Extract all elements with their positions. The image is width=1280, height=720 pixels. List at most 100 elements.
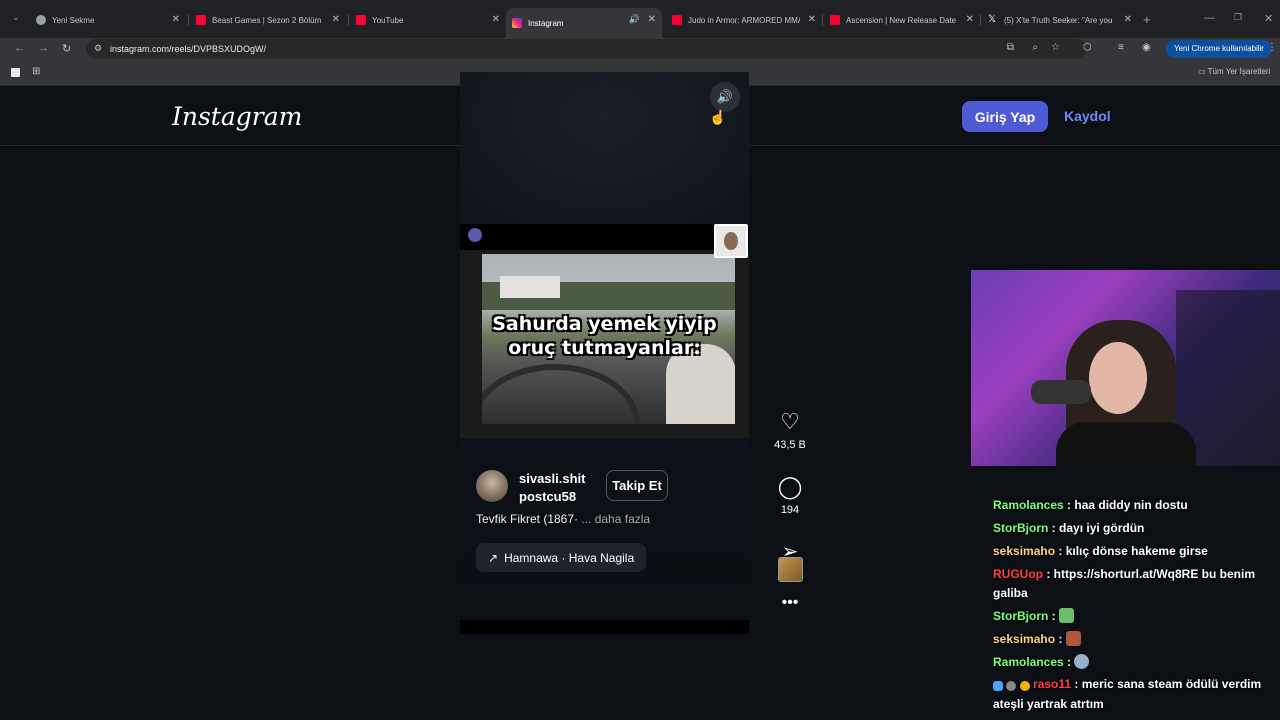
minimize-icon[interactable]: — <box>1204 12 1215 24</box>
update-chrome-button[interactable]: Yeni Chrome kullanılabilir <box>1166 40 1272 58</box>
star-badge-icon <box>468 228 482 242</box>
chat-message: Ramolances : <box>993 651 1280 674</box>
x-icon: 𝕏 <box>988 14 997 25</box>
close-icon[interactable]: ✕ <box>172 14 180 25</box>
install-app-icon[interactable]: ⧉ <box>1007 42 1014 53</box>
extensions-icon[interactable]: ⬡ <box>1083 42 1092 53</box>
login-button[interactable]: Giriş Yap <box>962 101 1048 132</box>
tab-youtube[interactable]: YouTube ✕ <box>350 8 506 32</box>
badge-icon <box>1019 681 1030 691</box>
speaker-icon[interactable]: 🔊 <box>629 14 640 25</box>
forward-arrow-icon[interactable]: → <box>38 42 49 54</box>
tab-divider <box>188 14 189 26</box>
apps-grid-icon[interactable]: ⊞ <box>32 66 40 77</box>
chat-message: StorBjorn : dayı iyi gördün <box>993 521 1145 535</box>
more-dots-icon[interactable]: ••• <box>774 590 806 616</box>
tab-ascension[interactable]: Ascension | New Release Date T ✕ <box>824 8 980 32</box>
profile-icon[interactable]: ◉ <box>1142 42 1151 53</box>
stream-chat: Ramolances : haa diddy nin dostu StorBjo… <box>993 494 1280 714</box>
chat-message: raso11 : meric sana steam ödülü verdim a… <box>993 677 1262 711</box>
tab-title: Ascension | New Release Date T <box>846 15 958 25</box>
chat-user: StorBjorn <box>993 609 1049 623</box>
close-icon[interactable]: ✕ <box>1124 14 1132 25</box>
next-reel-preview[interactable] <box>460 620 749 634</box>
tab-beast-games[interactable]: Beast Games | Sezon 2 Bölüm 2 ✕ <box>190 8 346 32</box>
close-icon[interactable]: ✕ <box>332 14 340 25</box>
bookmark-star-icon[interactable]: ☆ <box>1051 42 1060 53</box>
close-icon[interactable]: ✕ <box>492 14 500 25</box>
chat-user: Ramolances <box>993 655 1064 669</box>
youtube-icon <box>830 15 840 25</box>
site-info-icon[interactable]: ⚙ <box>94 43 102 54</box>
chrome-icon <box>36 15 46 25</box>
tab-title: Judo in Armor: ARMORED MMA <box>688 15 800 25</box>
webcam-shirt <box>1056 422 1196 466</box>
like-count: 43,5 B <box>774 439 806 451</box>
tab-divider <box>348 14 349 26</box>
reel-description[interactable]: Tevfik Fikret (1867· ... daha fazla <box>476 512 650 526</box>
zoom-icon[interactable]: ⌕ <box>1032 42 1038 53</box>
video-caption: Sahurda yemek yiyip oruç tutmayanlar: <box>460 312 749 360</box>
media-control-icon[interactable]: ≡ <box>1118 42 1124 53</box>
close-icon[interactable]: ✕ <box>648 14 656 25</box>
username[interactable]: sivasli.shit <box>519 471 585 486</box>
heart-icon[interactable]: ♡ <box>774 409 806 435</box>
audio-label: Hamnawa · Hava Nagila <box>504 550 635 565</box>
more-action[interactable]: ••• <box>774 590 806 616</box>
window-close-icon[interactable]: ✕ <box>1264 12 1273 25</box>
chat-text: kılıç dönse hakeme girse <box>1065 544 1208 558</box>
tab-search-icon[interactable]: ⌄ <box>12 12 20 23</box>
chat-user: RUGUop <box>993 567 1043 581</box>
new-tab-plus-icon[interactable]: + <box>1143 12 1151 27</box>
tab-title: YouTube <box>372 15 404 25</box>
chat-message: RUGUop : https://shorturl.at/Wq8RE bu be… <box>993 567 1255 600</box>
arrow-up-right-icon: ↗ <box>488 550 499 565</box>
tab-new-tab[interactable]: Yeni Sekme ✕ <box>30 8 186 32</box>
tab-instagram[interactable]: Instagram 🔊 ✕ <box>506 8 662 38</box>
audio-thumbnail[interactable] <box>778 557 803 582</box>
tab-title: Beast Games | Sezon 2 Bölüm 2 <box>212 15 324 25</box>
chat-user: StorBjorn <box>993 521 1049 535</box>
emote-icon <box>1059 608 1075 623</box>
user-avatar[interactable] <box>476 470 508 502</box>
follow-button[interactable]: Takip Et <box>606 470 668 501</box>
reload-icon[interactable]: ↻ <box>62 42 71 55</box>
badge-icon <box>1006 681 1017 691</box>
more-link[interactable]: ... daha fazla <box>578 512 650 526</box>
close-icon[interactable]: ✕ <box>808 14 816 25</box>
close-icon[interactable]: ✕ <box>966 14 974 25</box>
tab-divider <box>822 14 823 26</box>
tab-title: Instagram <box>528 18 564 28</box>
back-arrow-icon[interactable]: ← <box>14 42 25 54</box>
restore-icon[interactable]: ❐ <box>1234 12 1242 23</box>
streamer-webcam <box>971 270 1280 466</box>
audio-button[interactable]: ↗ Hamnawa · Hava Nagila <box>476 543 647 572</box>
all-bookmarks-folder[interactable]: ▭ Tüm Yer İşaretleri <box>1198 67 1270 76</box>
badge-icon <box>993 681 1003 691</box>
tab-x-truth-seeker[interactable]: 𝕏 (5) X'te Truth Seeker: "Are you ✕ <box>982 8 1138 32</box>
username-secondary[interactable]: postcu58 <box>519 489 576 504</box>
address-bar-row: ← → ↻ ⚙ instagram.com/reels/DVPBSXUDOgW/… <box>0 38 1280 60</box>
browser-tab-bar: ⌄ Yeni Sekme ✕ Beast Games | Sezon 2 Böl… <box>0 0 1280 38</box>
youtube-icon <box>672 15 682 25</box>
tab-judo-in-armor[interactable]: Judo in Armor: ARMORED MMA ✕ <box>666 8 822 32</box>
url-text[interactable]: instagram.com/reels/DVPBSXUDOgW/ <box>110 44 266 54</box>
url-bar[interactable]: ⚙ instagram.com/reels/DVPBSXUDOgW/ ⧉ ⌕ ☆ <box>86 39 1086 59</box>
tab-groups-icon[interactable] <box>11 68 20 77</box>
signup-link[interactable]: Kaydol <box>1064 108 1111 124</box>
tab-divider <box>980 14 981 26</box>
volume-icon[interactable]: 🔊 <box>710 82 740 112</box>
chat-user: raso11 <box>1033 677 1072 691</box>
instagram-logo[interactable]: Instagram <box>172 102 302 131</box>
comment-count: 194 <box>780 504 800 516</box>
previous-reel-area[interactable] <box>460 72 749 222</box>
like-action[interactable]: ♡ 43,5 B <box>774 409 806 451</box>
emote-icon <box>1065 631 1081 646</box>
comment-action[interactable]: ◯ 194 <box>774 474 806 516</box>
comment-bubble-icon[interactable]: ◯ <box>774 474 806 500</box>
chat-message: seksimaho : <box>993 628 1280 651</box>
description-text: Tevfik Fikret (1867· <box>476 512 579 526</box>
chat-text: dayı iyi gördün <box>1059 521 1145 535</box>
mouse-cursor-icon: ☝ <box>709 109 727 125</box>
menu-kebab-icon[interactable]: ⋮ <box>1267 42 1277 53</box>
